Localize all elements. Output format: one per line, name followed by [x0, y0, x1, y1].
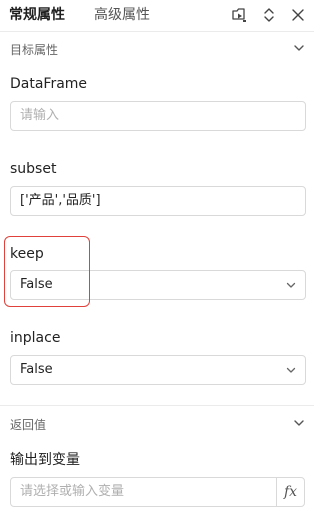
flow-run-icon[interactable]: [229, 5, 249, 25]
output-variable-label: 输出到变量: [10, 452, 80, 468]
keep-select[interactable]: False: [10, 270, 306, 300]
subset-input[interactable]: ['产品','品质']: [10, 186, 306, 216]
keep-label: keep: [10, 246, 44, 262]
tab-advanced-properties[interactable]: 高级属性: [94, 6, 150, 24]
chevron-down-icon[interactable]: [292, 416, 306, 430]
section-title-return: 返回值: [10, 418, 47, 432]
dataframe-label: DataFrame: [10, 76, 88, 92]
chevron-down-icon[interactable]: [292, 41, 306, 55]
dataframe-input[interactable]: 请输入: [10, 101, 306, 131]
section-divider: [0, 405, 314, 406]
inplace-label: inplace: [10, 330, 61, 346]
keep-select-value: False: [20, 277, 53, 292]
tab-general-properties[interactable]: 常规属性: [9, 6, 65, 24]
inplace-select-value: False: [20, 362, 53, 377]
inplace-select[interactable]: False: [10, 355, 306, 385]
fx-button[interactable]: fx: [276, 478, 304, 506]
section-header-target[interactable]: 目标属性: [0, 39, 314, 61]
tab-divider: [0, 31, 314, 32]
section-title-target: 目标属性: [10, 43, 59, 57]
chevron-down-icon: [285, 279, 297, 291]
chevron-down-icon: [285, 364, 297, 376]
subset-label: subset: [10, 161, 57, 177]
output-variable-input[interactable]: 请选择或输入变量 fx: [10, 477, 305, 507]
section-header-return[interactable]: 返回值: [0, 414, 314, 436]
close-icon[interactable]: [288, 5, 308, 25]
output-variable-placeholder: 请选择或输入变量: [20, 484, 125, 499]
expand-collapse-icon[interactable]: [259, 5, 279, 25]
tab-bar: 常规属性 高级属性: [0, 0, 314, 31]
